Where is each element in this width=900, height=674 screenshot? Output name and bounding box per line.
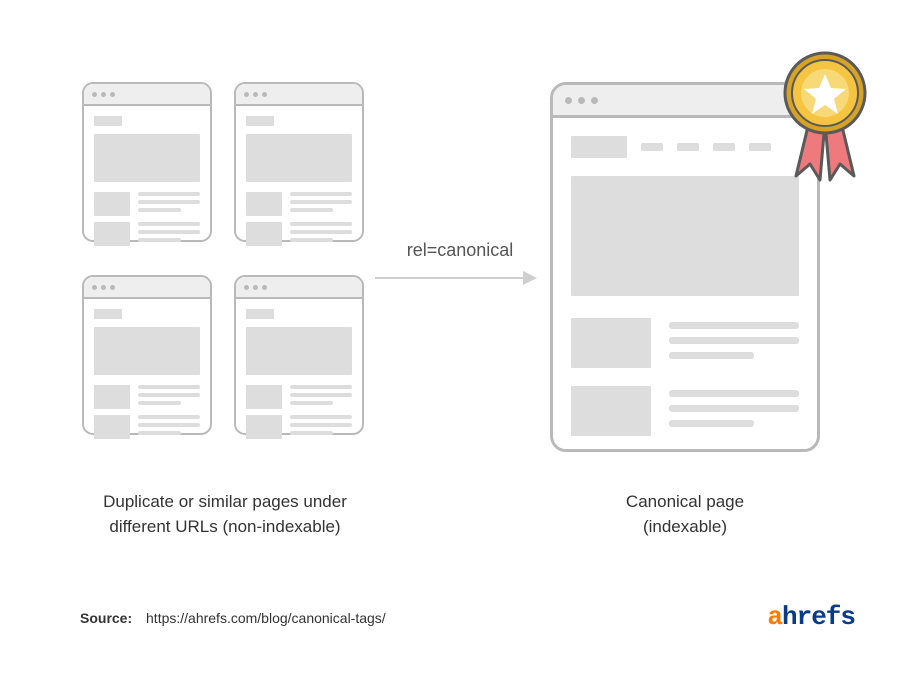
logo-letter: a bbox=[767, 602, 782, 632]
diagram-canvas: rel=canonical Duplicate or similar pages… bbox=[0, 0, 900, 674]
source-citation: Source: https://ahrefs.com/blog/canonica… bbox=[80, 610, 386, 626]
window-title-bar bbox=[84, 277, 210, 299]
duplicates-caption: Duplicate or similar pages under differe… bbox=[75, 490, 375, 539]
caption-line: Duplicate or similar pages under bbox=[103, 492, 347, 511]
source-label: Source: bbox=[80, 610, 132, 626]
caption-line: Canonical page bbox=[626, 492, 744, 511]
window-title-bar bbox=[84, 84, 210, 106]
caption-line: different URLs (non-indexable) bbox=[109, 517, 340, 536]
award-badge-icon bbox=[770, 48, 880, 188]
duplicate-page-1 bbox=[82, 82, 212, 242]
window-title-bar bbox=[236, 277, 362, 299]
ahrefs-logo: ahrefs bbox=[767, 602, 855, 632]
logo-rest: hrefs bbox=[782, 602, 855, 632]
duplicate-page-3 bbox=[82, 275, 212, 435]
arrow-icon bbox=[375, 277, 535, 279]
canonical-caption: Canonical page (indexable) bbox=[555, 490, 815, 539]
arrow-label: rel=canonical bbox=[380, 240, 540, 261]
duplicate-page-4 bbox=[234, 275, 364, 435]
window-title-bar bbox=[236, 84, 362, 106]
caption-line: (indexable) bbox=[643, 517, 727, 536]
source-url: https://ahrefs.com/blog/canonical-tags/ bbox=[146, 610, 386, 626]
duplicate-page-2 bbox=[234, 82, 364, 242]
